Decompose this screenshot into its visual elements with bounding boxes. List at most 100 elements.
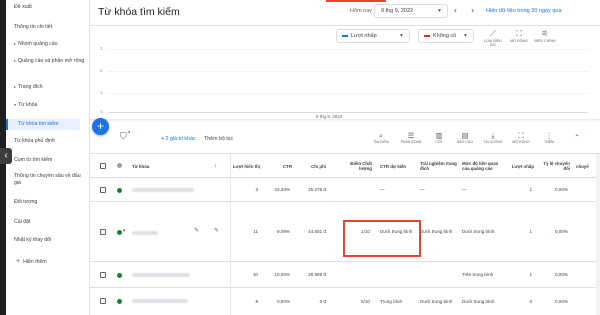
- table-row[interactable]: 8 0,00% 0 đ 5/10 Trung bình Dưới trung b…: [90, 288, 600, 315]
- chevron-left-icon: ‹: [4, 150, 8, 161]
- tool-label: TÌM KIẾM: [373, 140, 389, 144]
- cell-clicks: 0: [529, 298, 532, 304]
- quality-score-highlight-box: [343, 220, 421, 257]
- app-window: Đề xuất Thông tin chi tiết ▸ Nhóm quảng c…: [6, 0, 600, 315]
- sort-down-icon[interactable]: ↓: [214, 154, 217, 178]
- keyword-text-redacted[interactable]: [132, 299, 188, 303]
- sidebar-item-ad-groups[interactable]: ▸ Nhóm quảng cáo: [14, 41, 88, 48]
- cell-conv-rate: 0,00%: [554, 229, 568, 235]
- expand-icon: ⛶: [516, 29, 522, 38]
- sidebar-item-auction-insights[interactable]: Thông tin chuyên sâu về đấu giá: [14, 173, 88, 186]
- add-filter-button[interactable]: Thêm bộ lọc: [204, 136, 233, 142]
- cell-ctr: 0,00%: [276, 298, 290, 304]
- sidebar-item-recommendations[interactable]: Đề xuất: [14, 4, 88, 11]
- sidebar-item-label: Quảng cáo và phần mở rộng: [18, 58, 85, 64]
- chart-expand-button[interactable]: ⛶ MỞ RỘNG: [508, 29, 530, 43]
- tool-label: ĐIỀU CHỈNH: [534, 39, 556, 43]
- keyword-text-redacted[interactable]: [132, 273, 190, 277]
- chart-adjust-button[interactable]: ⚟ ĐIỀU CHỈNH: [534, 29, 556, 43]
- download-button[interactable]: ⤓ TẢI XUỐNG: [482, 131, 504, 144]
- col-landing-exp[interactable]: Trải nghiệm trang đích: [420, 154, 458, 178]
- sidebar-item-label: Từ khóa phủ định: [14, 138, 55, 144]
- collapse-button[interactable]: ⌃: [566, 133, 588, 142]
- expand-icon: ⛶: [518, 131, 524, 140]
- sidebar-item-keywords[interactable]: ▾ Từ khóa: [14, 102, 88, 109]
- search-button[interactable]: ⌕ TÌM KIẾM: [370, 131, 392, 144]
- tool-label: CỘT: [435, 140, 443, 144]
- segment-button[interactable]: ☰ PHÂN ĐOẠN: [400, 131, 422, 144]
- today-label: Hôm nay: [350, 8, 373, 14]
- col-cost[interactable]: Chi phí: [296, 154, 326, 178]
- metric-2-label: Không có: [433, 33, 457, 39]
- collapse-icon: ▾: [14, 102, 17, 107]
- table-row[interactable]: 10 10,00% 26.989 đ Trên trung bình 1 0,0…: [90, 262, 600, 288]
- expand-icon: ▸: [14, 41, 17, 46]
- col-quality-score[interactable]: Điểm Chất lượng: [338, 154, 372, 178]
- filter-icon[interactable]: ⛉: [120, 131, 127, 142]
- chevron-right-icon[interactable]: ›: [471, 5, 474, 15]
- cell-impressions: 8: [255, 298, 258, 304]
- sidebar-item-insights[interactable]: Thông tin chi tiết: [14, 24, 88, 31]
- add-keyword-button[interactable]: +: [92, 118, 109, 135]
- chevron-left-icon[interactable]: ‹: [454, 5, 457, 15]
- columns-button[interactable]: ▥ CỘT: [428, 131, 450, 144]
- sidebar-item-settings[interactable]: Cài đặt: [14, 219, 88, 226]
- col-conv-rate[interactable]: Tỷ lệ chuyển đổi: [540, 154, 570, 178]
- edit-icon[interactable]: ✎: [214, 227, 219, 234]
- sidebar-item-label: Từ khóa: [18, 102, 38, 108]
- metric-1-select[interactable]: Lượt nhấp ▼: [336, 29, 410, 43]
- reports-button[interactable]: ▤ BÁO CÁO: [454, 131, 476, 144]
- sidebar-item-search-terms[interactable]: Cụm từ tìm kiếm: [14, 157, 88, 164]
- edit-icon[interactable]: ✎: [194, 227, 199, 234]
- col-ad-relevance[interactable]: Mức độ liên quan của quảng cáo: [462, 154, 506, 178]
- sidebar-item-label: Nhật ký thay đổi: [14, 237, 52, 243]
- select-all-checkbox[interactable]: [100, 163, 106, 169]
- collapse-sidebar-button[interactable]: ‹: [0, 148, 12, 164]
- performance-chart: Lượt nhấp ▼ Không có ▼ ⟋ LOẠI BIỂU ĐỒ ⛶ MỞ…: [90, 26, 600, 122]
- sidebar-item-audiences[interactable]: Đối tượng: [14, 199, 88, 206]
- table-row[interactable]: 3 33,33% 25.276 đ — — — 1 0,00%: [90, 178, 600, 202]
- col-expected-ctr[interactable]: CTR dự kiến: [380, 154, 418, 178]
- expand-table-button[interactable]: ⛶ MỞ RỘNG: [510, 131, 532, 144]
- col-ctr[interactable]: CTR: [266, 154, 292, 178]
- cell-impressions: 11: [253, 229, 258, 235]
- x-axis: [108, 112, 588, 113]
- sidebar-item-negative-keywords[interactable]: Từ khóa phủ định: [14, 138, 88, 145]
- sidebar-item-ads-extensions[interactable]: ▸ Quảng cáo và phần mở rộng: [14, 58, 88, 65]
- cell-ctr: 33,33%: [274, 187, 290, 193]
- metric-1-label: Lượt nhấp: [351, 33, 377, 39]
- tool-label: THÊM: [544, 140, 554, 144]
- line-chart-icon: ⟋: [490, 29, 496, 38]
- chart-type-button[interactable]: ⟋ LOẠI BIỂU ĐỒ: [482, 29, 504, 47]
- chevron-down-icon: ▼: [437, 8, 442, 14]
- vertical-scrollbar[interactable]: [596, 154, 600, 315]
- cell-landing-exp: Dưới trung bình: [420, 298, 453, 304]
- keyword-text-redacted[interactable]: [132, 231, 158, 235]
- sidebar-item-label: Đối tượng: [14, 199, 38, 205]
- more-values-link[interactable]: + 2 giá trị khác: [161, 136, 196, 142]
- sidebar-item-label: Cài đặt: [14, 219, 31, 225]
- cell-clicks: 1: [529, 229, 532, 235]
- more-button[interactable]: ⋮ THÊM: [538, 131, 560, 144]
- col-clicks[interactable]: Lượt nhấp: [504, 154, 534, 178]
- row-checkbox[interactable]: [100, 298, 106, 304]
- tool-label: MỞ RỘNG: [512, 140, 530, 144]
- metric-2-select[interactable]: Không có ▼: [418, 29, 474, 43]
- expand-icon: ▸: [14, 58, 17, 63]
- date-range-select[interactable]: 9 thg 9, 2022 ▼: [374, 4, 448, 18]
- row-checkbox[interactable]: [100, 272, 106, 278]
- last-30-days-link[interactable]: Hiện dữ liệu trong 30 ngày qua: [486, 8, 562, 14]
- col-impressions[interactable]: Lượt hiển thị: [232, 154, 260, 178]
- col-keyword[interactable]: Từ khóa: [132, 154, 172, 178]
- row-checkbox[interactable]: [100, 187, 106, 193]
- sidebar-show-more[interactable]: + Hiển thêm: [16, 258, 47, 265]
- status-dropdown-icon[interactable]: ▾: [123, 228, 126, 235]
- row-checkbox[interactable]: [100, 229, 106, 235]
- keyword-text-redacted[interactable]: [132, 188, 194, 192]
- sidebar-item-search-keywords[interactable]: Từ khóa tìm kiếm: [6, 119, 80, 130]
- sidebar-item-change-history[interactable]: Nhật ký thay đổi: [14, 237, 88, 244]
- cell-expected-ctr: Trung bình: [380, 298, 403, 304]
- sidebar-item-landing-pages[interactable]: ▸ Trang đích: [14, 84, 88, 91]
- cell-quality-score: 5/10: [361, 298, 370, 304]
- cell-cost: 0 đ: [319, 298, 326, 304]
